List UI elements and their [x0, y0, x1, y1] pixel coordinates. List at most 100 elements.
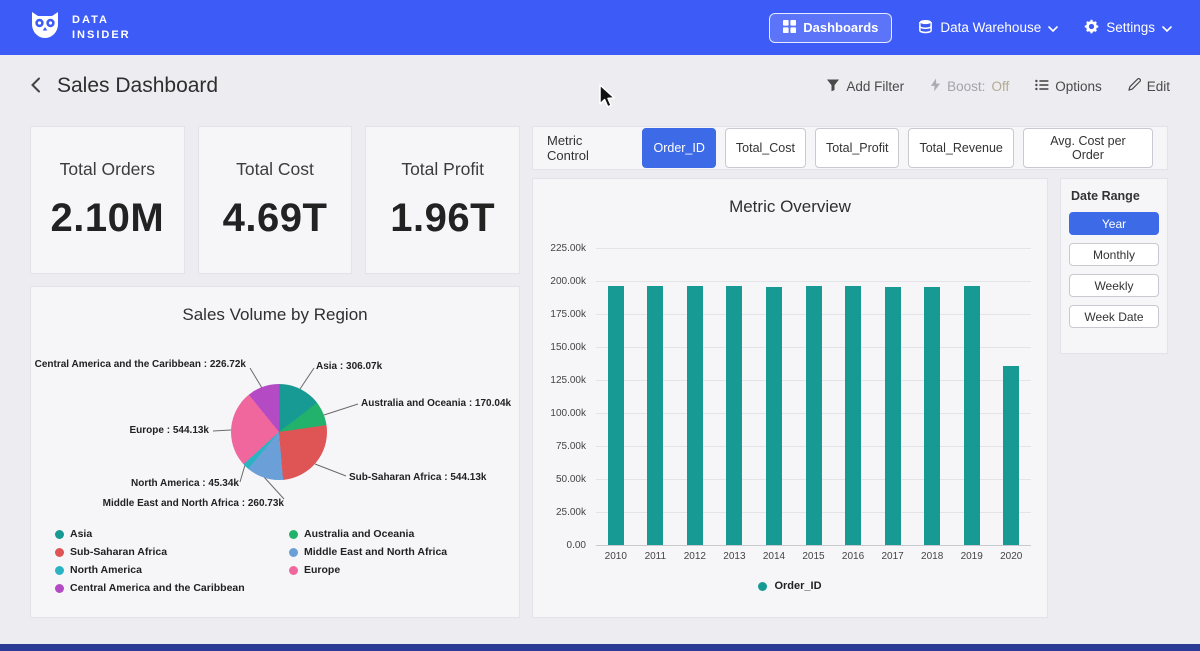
y-axis-tick-label: 50.00k: [538, 474, 586, 485]
back-button[interactable]: [30, 77, 41, 96]
kpi-card-total-orders: Total Orders 2.10M: [30, 126, 185, 274]
pie-legend-column: Australia and OceaniaMiddle East and Nor…: [289, 528, 447, 576]
x-axis-tick-label: 2018: [912, 551, 952, 562]
nav-dashboards-button[interactable]: Dashboards: [769, 13, 892, 43]
date-range-card: Date Range YearMonthlyWeeklyWeek Date: [1060, 178, 1168, 354]
add-filter-button[interactable]: Add Filter: [826, 78, 904, 95]
bar-slot-2011: [636, 248, 676, 545]
top-navbar: DATA INSIDER Dashboards Data Warehouse S…: [0, 0, 1200, 55]
edit-label: Edit: [1147, 79, 1170, 94]
nav-settings[interactable]: Settings: [1084, 19, 1172, 37]
boost-toggle[interactable]: Boost: Off: [930, 78, 1009, 95]
list-icon: [1035, 79, 1049, 94]
bar-2019: [964, 286, 980, 545]
x-axis-tick-label: 2020: [991, 551, 1031, 562]
legend-label: Asia: [70, 528, 92, 540]
x-axis-tick-label: 2012: [675, 551, 715, 562]
kpi-value: 4.69T: [223, 196, 328, 241]
date-range-option-monthly[interactable]: Monthly: [1069, 243, 1159, 266]
date-range-option-week-date[interactable]: Week Date: [1069, 305, 1159, 328]
y-axis-tick-label: 225.00k: [538, 243, 586, 254]
legend-label: Europe: [304, 564, 340, 576]
bar-slot-2010: [596, 248, 636, 545]
dashboard-header: Sales Dashboard Add Filter Boost: Off Op…: [0, 55, 1200, 117]
bar-2011: [647, 286, 663, 545]
pie-label-sub-saharan-africa: Sub-Saharan Africa : 544.13k: [349, 472, 486, 483]
bar-2010: [608, 286, 624, 545]
legend-dot-icon: [289, 548, 298, 557]
legend-dot-icon: [289, 530, 298, 539]
nav-data-warehouse[interactable]: Data Warehouse: [918, 19, 1058, 37]
metric-option-avg-cost-per-order[interactable]: Avg. Cost per Order: [1023, 128, 1153, 168]
metric-control-label: Metric Control: [547, 133, 627, 163]
y-axis-tick-label: 125.00k: [538, 375, 586, 386]
bar-2016: [845, 286, 861, 545]
dashboard-body: Total Orders 2.10MTotal Cost 4.69TTotal …: [0, 117, 1200, 618]
y-axis-tick-label: 175.00k: [538, 309, 586, 320]
x-axis-tick-label: 2011: [636, 551, 676, 562]
edit-button[interactable]: Edit: [1128, 78, 1170, 94]
metric-option-order-id[interactable]: Order_ID: [642, 128, 715, 168]
bar-2014: [766, 287, 782, 545]
bottom-window-strip: [0, 644, 1200, 651]
x-axis-tick-label: 2013: [715, 551, 755, 562]
database-icon: [918, 19, 933, 37]
lightning-icon: [930, 78, 941, 95]
x-axis-tick-label: 2019: [952, 551, 992, 562]
filter-funnel-icon: [826, 78, 840, 95]
bar-slot-2014: [754, 248, 794, 545]
date-range-option-year[interactable]: Year: [1069, 212, 1159, 235]
x-axis-tick-label: 2014: [754, 551, 794, 562]
chevron-down-icon: [1162, 20, 1172, 35]
x-axis-tick-label: 2016: [833, 551, 873, 562]
kpi-title: Total Cost: [236, 159, 314, 180]
legend-item-europe: Europe: [289, 564, 447, 576]
kpi-title: Total Profit: [401, 159, 484, 180]
kpi-row: Total Orders 2.10MTotal Cost 4.69TTotal …: [30, 126, 520, 274]
pie-chart-title: Sales Volume by Region: [31, 305, 519, 325]
bar-slot-2013: [715, 248, 755, 545]
bar-slot-2012: [675, 248, 715, 545]
pie-label-australia-and-oceania: Australia and Oceania : 170.04k: [361, 398, 511, 409]
x-axis-tick-label: 2015: [794, 551, 834, 562]
bar-chart-card: Metric Overview 0.0025.00k50.00k75.00k10…: [532, 178, 1048, 618]
metric-option-total-cost[interactable]: Total_Cost: [725, 128, 806, 168]
bar-slot-2016: [833, 248, 873, 545]
y-axis-tick-label: 200.00k: [538, 276, 586, 287]
legend-label: Middle East and North Africa: [304, 546, 447, 558]
bar-slot-2020: [991, 248, 1031, 545]
pencil-icon: [1128, 78, 1141, 94]
kpi-title: Total Orders: [60, 159, 155, 180]
pie-label-asia: Asia : 306.07k: [316, 361, 382, 372]
kpi-card-total-profit: Total Profit 1.96T: [365, 126, 520, 274]
boost-value: Off: [991, 79, 1009, 94]
bar-chart-title: Metric Overview: [533, 197, 1047, 217]
bar-slot-2015: [794, 248, 834, 545]
y-axis-tick-label: 25.00k: [538, 507, 586, 518]
legend-label: North America: [70, 564, 142, 576]
kpi-value: 2.10M: [51, 196, 165, 241]
legend-item-asia: Asia: [55, 528, 245, 540]
bar-chart-x-axis: 2010201120122013201420152016201720182019…: [596, 551, 1031, 562]
metric-option-total-revenue[interactable]: Total_Revenue: [908, 128, 1013, 168]
options-label: Options: [1055, 79, 1102, 94]
y-axis-tick-label: 0.00: [538, 540, 586, 551]
kpi-card-total-cost: Total Cost 4.69T: [198, 126, 353, 274]
legend-dot-icon: [55, 530, 64, 539]
bar-2015: [806, 286, 822, 545]
legend-item-central-america-and-the-caribbean: Central America and the Caribbean: [55, 582, 245, 594]
bar-chart-legend: Order_ID: [533, 580, 1047, 592]
metric-control-bar: Metric Control Order_IDTotal_CostTotal_P…: [532, 126, 1168, 170]
legend-dot-icon: [758, 582, 767, 591]
metric-option-total-profit[interactable]: Total_Profit: [815, 128, 900, 168]
brand-name: DATA INSIDER: [72, 13, 131, 43]
bar-2013: [726, 286, 742, 545]
nav-settings-label: Settings: [1106, 20, 1155, 35]
date-range-option-weekly[interactable]: Weekly: [1069, 274, 1159, 297]
nav-data-warehouse-label: Data Warehouse: [940, 20, 1041, 35]
options-button[interactable]: Options: [1035, 79, 1102, 94]
legend-item-north-america: North America: [55, 564, 245, 576]
legend-dot-icon: [55, 584, 64, 593]
pie-label-north-america: North America : 45.34k: [131, 478, 239, 489]
grid-icon: [783, 20, 796, 36]
